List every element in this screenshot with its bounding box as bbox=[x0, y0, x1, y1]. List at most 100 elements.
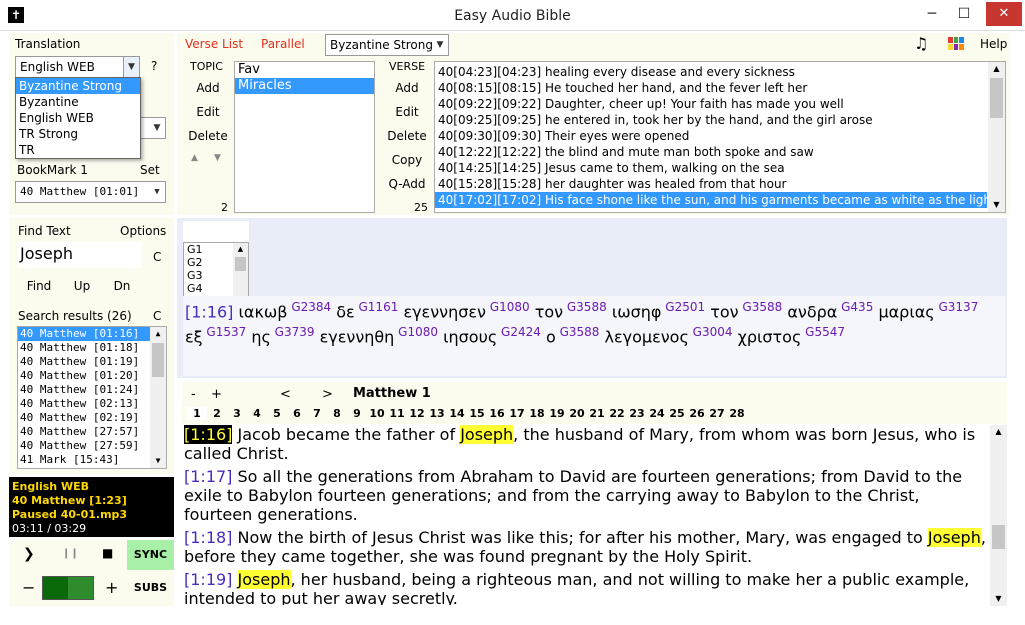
find-case-toggle[interactable]: C bbox=[153, 250, 161, 264]
translation-option[interactable]: Byzantine Strong bbox=[16, 78, 140, 94]
translation-option[interactable]: English WEB bbox=[16, 110, 140, 126]
find-button[interactable]: Find bbox=[21, 279, 57, 293]
volume-slider[interactable] bbox=[42, 576, 94, 600]
greek-word[interactable]: δε bbox=[336, 302, 354, 321]
strongs-number[interactable]: G3588 bbox=[739, 300, 782, 314]
result-item[interactable]: 41 Mark [15:43] bbox=[18, 453, 166, 467]
find-input[interactable]: Joseph bbox=[17, 242, 142, 268]
color-grid-icon[interactable] bbox=[948, 37, 964, 50]
verse-add-button[interactable]: Add bbox=[386, 81, 428, 95]
verse-qadd-button[interactable]: Q-Add bbox=[386, 177, 428, 191]
topic-delete-button[interactable]: Delete bbox=[187, 129, 229, 143]
verse-item[interactable]: 40[14:25][14:25] Jesus came to them, wal… bbox=[435, 160, 987, 176]
verse-delete-button[interactable]: Delete bbox=[386, 129, 428, 143]
greek-word[interactable]: τον bbox=[710, 302, 738, 321]
chapter-link[interactable]: 7 bbox=[307, 407, 327, 420]
verse-item[interactable]: 40[15:28][15:28] her daughter was healed… bbox=[435, 176, 987, 192]
chapter-link[interactable]: 8 bbox=[327, 407, 347, 420]
greek-word[interactable]: ιωσηφ bbox=[612, 302, 662, 321]
greek-word[interactable]: εξ bbox=[185, 328, 203, 347]
verse-item[interactable]: 40[12:22][12:22] the blind and mute man … bbox=[435, 144, 987, 160]
verse-item[interactable]: 40[09:30][09:30] Their eyes were opened bbox=[435, 128, 987, 144]
result-item[interactable]: 40 Matthew [01:18] bbox=[18, 341, 166, 355]
chapter-link[interactable]: 17 bbox=[507, 407, 527, 420]
greek-word[interactable]: τον bbox=[535, 302, 563, 321]
chapter-link[interactable]: 18 bbox=[527, 407, 547, 420]
strongs-number[interactable]: G3739 bbox=[271, 325, 315, 339]
subs-button[interactable]: SUBS bbox=[127, 573, 174, 603]
verse-item[interactable]: 40[09:25][09:25] he entered in, took her… bbox=[435, 112, 987, 128]
strongs-list[interactable]: G1 G2 G3 G4 ▲ bbox=[183, 242, 249, 298]
bookmark-select[interactable]: 40 Matthew [01:01] ▼ bbox=[15, 181, 166, 203]
verse-ref[interactable]: [1:16] bbox=[184, 425, 233, 444]
verse-item[interactable]: 40[08:15][08:15] He touched her hand, an… bbox=[435, 80, 987, 96]
greek-word[interactable]: ανδρα bbox=[787, 302, 837, 321]
scroll-up-icon[interactable]: ▲ bbox=[990, 425, 1007, 439]
topic-up-icon[interactable]: ▲ bbox=[191, 153, 198, 163]
scroll-thumb[interactable] bbox=[990, 78, 1003, 118]
strongs-number[interactable]: G3588 bbox=[556, 325, 600, 339]
reader-scrollbar[interactable]: ▲ ▼ bbox=[990, 425, 1007, 606]
topic-item[interactable]: Fav bbox=[235, 62, 374, 78]
volume-up-button[interactable]: + bbox=[105, 578, 118, 597]
translation-option[interactable]: Byzantine bbox=[16, 94, 140, 110]
translation-select[interactable]: English WEB ▼ bbox=[15, 56, 140, 78]
bookmark-set-button[interactable]: Set bbox=[140, 163, 160, 177]
strongs-number[interactable]: G2424 bbox=[497, 325, 541, 339]
result-item[interactable]: 40 Matthew [02:19] bbox=[18, 411, 166, 425]
greek-word[interactable]: μαριας bbox=[878, 302, 934, 321]
pause-icon[interactable]: ❙❙ bbox=[62, 548, 79, 559]
play-icon[interactable]: ❯ bbox=[23, 546, 35, 562]
chapter-link[interactable]: 2 bbox=[207, 407, 227, 420]
tab-parallel[interactable]: Parallel bbox=[261, 37, 305, 51]
result-item[interactable]: 40 Matthew [02:13] bbox=[18, 397, 166, 411]
verse-ref[interactable]: [1:17] bbox=[184, 467, 232, 486]
result-item[interactable]: 40 Matthew [27:59] bbox=[18, 439, 166, 453]
chapter-link[interactable]: 26 bbox=[687, 407, 707, 420]
verse-list[interactable]: 40[04:23][04:23] healing every disease a… bbox=[434, 61, 1006, 213]
strongs-number[interactable]: G3588 bbox=[563, 300, 607, 314]
scroll-up-icon[interactable]: ▲ bbox=[233, 243, 248, 256]
result-item[interactable]: 40 Matthew [01:19] bbox=[18, 355, 166, 369]
chapter-link[interactable]: 11 bbox=[387, 407, 407, 420]
strongs-number[interactable]: G1161 bbox=[355, 300, 399, 314]
find-down-button[interactable]: Dn bbox=[107, 279, 137, 293]
chapter-link[interactable]: 24 bbox=[647, 407, 667, 420]
greek-word[interactable]: εγεννηθη bbox=[320, 328, 395, 347]
results-case-toggle[interactable]: C bbox=[153, 309, 161, 323]
greek-word[interactable]: ης bbox=[251, 328, 271, 347]
strongs-number[interactable]: G1537 bbox=[203, 325, 246, 339]
scroll-down-icon[interactable]: ▼ bbox=[990, 592, 1007, 606]
translation-option[interactable]: TR bbox=[16, 142, 140, 158]
verse-scrollbar[interactable]: ▲ ▼ bbox=[988, 62, 1005, 212]
greek-word[interactable]: ο bbox=[546, 328, 556, 347]
greek-word[interactable]: χριστος bbox=[738, 328, 802, 347]
chapter-link[interactable]: 23 bbox=[627, 407, 647, 420]
close-icon[interactable]: ✕ bbox=[986, 2, 1022, 26]
find-up-button[interactable]: Up bbox=[67, 279, 97, 293]
next-chapter-button[interactable]: > bbox=[322, 387, 333, 402]
translation-dropdown-list[interactable]: Byzantine Strong Byzantine English WEB T… bbox=[15, 77, 141, 159]
strongs-number[interactable]: G2501 bbox=[661, 300, 705, 314]
chapter-link[interactable]: 12 bbox=[407, 407, 427, 420]
chapter-link[interactable]: 16 bbox=[487, 407, 507, 420]
scroll-down-icon[interactable]: ▼ bbox=[988, 198, 1005, 212]
chapter-link[interactable]: 4 bbox=[247, 407, 267, 420]
scroll-down-icon[interactable]: ▼ bbox=[150, 454, 166, 468]
chapter-link[interactable]: 14 bbox=[447, 407, 467, 420]
sync-button[interactable]: SYNC bbox=[127, 540, 174, 570]
strongs-number[interactable]: G3004 bbox=[689, 325, 733, 339]
greek-word[interactable]: ιησους bbox=[443, 328, 497, 347]
chapter-link[interactable]: 3 bbox=[227, 407, 247, 420]
chapter-link[interactable]: 25 bbox=[667, 407, 687, 420]
chapter-link[interactable]: 10 bbox=[367, 407, 387, 420]
verse-edit-button[interactable]: Edit bbox=[386, 105, 428, 119]
strongs-scrollbar[interactable]: ▲ bbox=[233, 243, 248, 297]
verse-ref[interactable]: [1:18] bbox=[184, 528, 232, 547]
scroll-thumb[interactable] bbox=[152, 343, 164, 377]
topic-add-button[interactable]: Add bbox=[187, 81, 229, 95]
topic-list[interactable]: Fav Miracles bbox=[234, 61, 375, 213]
font-smaller-button[interactable]: - bbox=[191, 387, 196, 402]
result-item[interactable]: 40 Matthew [01:24] bbox=[18, 383, 166, 397]
greek-word[interactable]: λεγομενος bbox=[605, 328, 689, 347]
